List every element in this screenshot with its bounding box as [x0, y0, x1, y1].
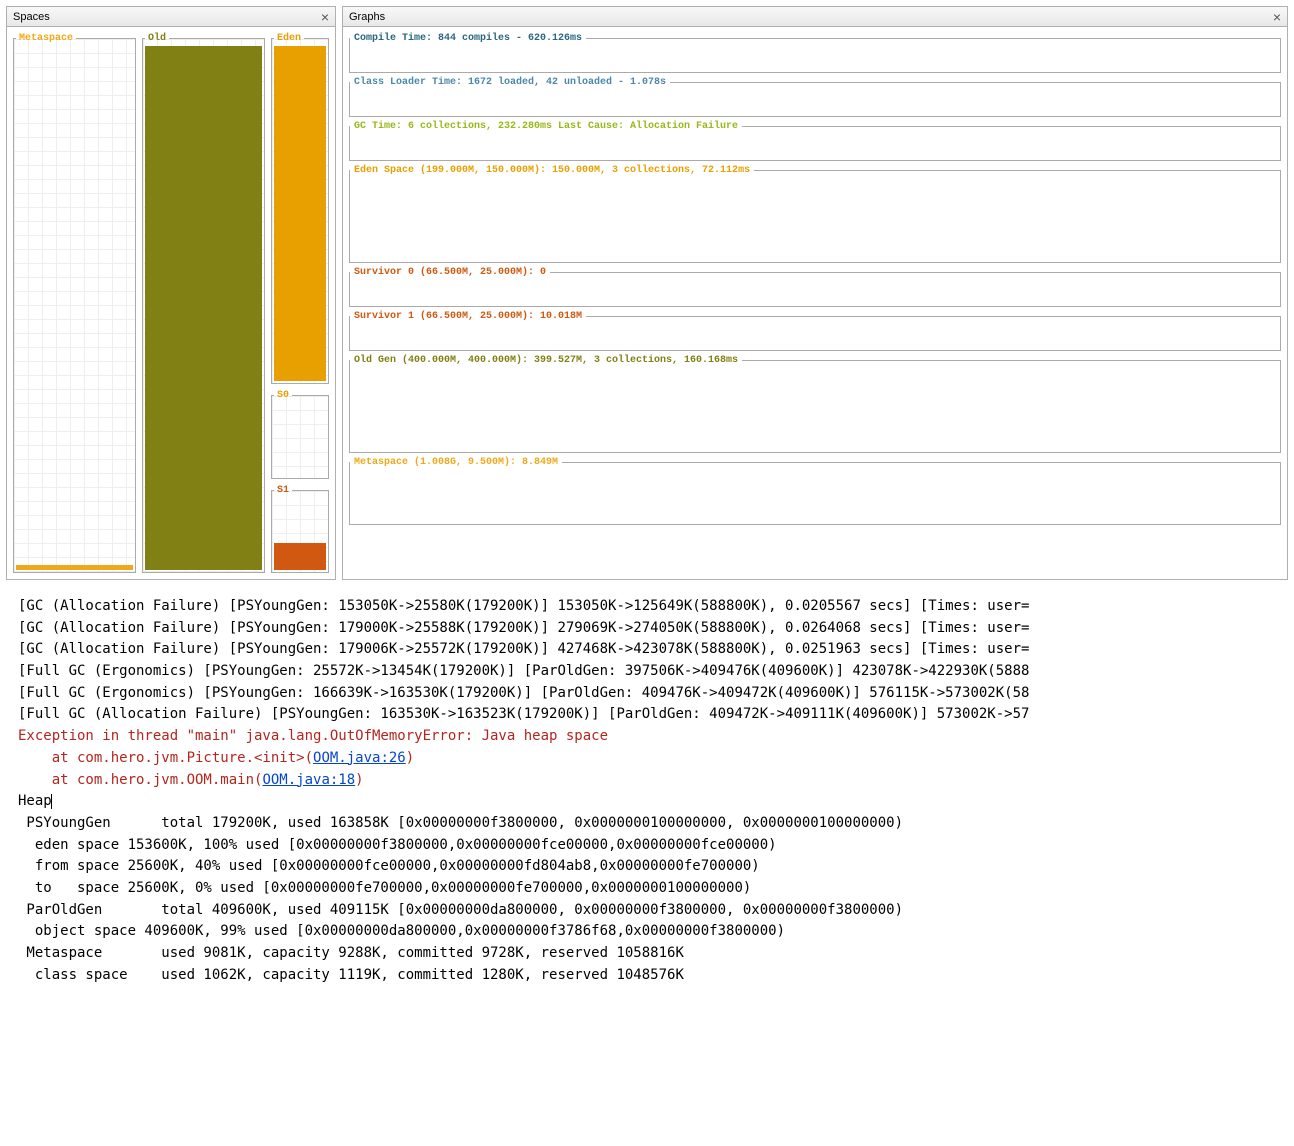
- graph-compile: Compile Time: 844 compiles - 620.126ms: [349, 33, 1281, 73]
- spaces-header[interactable]: Spaces ×: [7, 7, 335, 27]
- old-legend: Old: [145, 33, 169, 44]
- eden-fill: [274, 46, 326, 381]
- eden-legend: Eden: [274, 33, 304, 44]
- graph-label-gctime: GC Time: 6 collections, 232.280ms Last C…: [350, 121, 742, 132]
- console-output: [GC (Allocation Failure) [PSYoungGen: 15…: [0, 586, 1294, 996]
- young-column: Eden S0 S1: [271, 33, 329, 573]
- s0-legend: S0: [274, 390, 292, 401]
- close-icon[interactable]: ×: [321, 9, 329, 25]
- s0-box: S0: [271, 390, 329, 478]
- old-box: Old: [142, 33, 265, 573]
- s1-fill: [274, 543, 326, 570]
- eden-box: Eden: [271, 33, 329, 384]
- graph-oldgen: Old Gen (400.000M, 400.000M): 399.527M, …: [349, 355, 1281, 453]
- graph-label-s0: Survivor 0 (66.500M, 25.000M): 0: [350, 267, 550, 278]
- graph-label-s1: Survivor 1 (66.500M, 25.000M): 10.018M: [350, 311, 586, 322]
- graph-metaspace: Metaspace (1.008G, 9.500M): 8.849M: [349, 457, 1281, 525]
- old-fill: [145, 46, 262, 570]
- metaspace-box: Metaspace: [13, 33, 136, 573]
- spaces-body: Metaspace Old Eden S0 S1: [7, 27, 335, 579]
- graph-s1: Survivor 1 (66.500M, 25.000M): 10.018M: [349, 311, 1281, 351]
- spaces-title: Spaces: [13, 11, 50, 23]
- graph-label-classloader: Class Loader Time: 1672 loaded, 42 unloa…: [350, 77, 670, 88]
- graph-label-compile: Compile Time: 844 compiles - 620.126ms: [350, 33, 586, 44]
- graph-label-metaspace: Metaspace (1.008G, 9.500M): 8.849M: [350, 457, 562, 468]
- graph-classloader: Class Loader Time: 1672 loaded, 42 unloa…: [349, 77, 1281, 117]
- graph-s0: Survivor 0 (66.500M, 25.000M): 0: [349, 267, 1281, 307]
- metaspace-fill: [16, 565, 133, 570]
- close-icon[interactable]: ×: [1273, 9, 1281, 25]
- spaces-panel: Spaces × Metaspace Old Eden S0: [6, 6, 336, 580]
- metaspace-legend: Metaspace: [16, 33, 76, 44]
- graphs-header[interactable]: Graphs ×: [343, 7, 1287, 27]
- visualgc-top: Spaces × Metaspace Old Eden S0: [0, 0, 1294, 586]
- graphs-panel: Graphs × Compile Time: 844 compiles - 62…: [342, 6, 1288, 580]
- graphs-body: Compile Time: 844 compiles - 620.126ms Cl…: [343, 27, 1287, 531]
- stacktrace-link[interactable]: OOM.java:18: [262, 772, 355, 788]
- s1-box: S1: [271, 485, 329, 573]
- graph-label-eden: Eden Space (199.000M, 150.000M): 150.000…: [350, 165, 754, 176]
- stacktrace-link[interactable]: OOM.java:26: [313, 750, 406, 766]
- graphs-title: Graphs: [349, 11, 385, 23]
- graph-eden: Eden Space (199.000M, 150.000M): 150.000…: [349, 165, 1281, 263]
- graph-gctime: GC Time: 6 collections, 232.280ms Last C…: [349, 121, 1281, 161]
- graph-label-oldgen: Old Gen (400.000M, 400.000M): 399.527M, …: [350, 355, 742, 366]
- s1-legend: S1: [274, 485, 292, 496]
